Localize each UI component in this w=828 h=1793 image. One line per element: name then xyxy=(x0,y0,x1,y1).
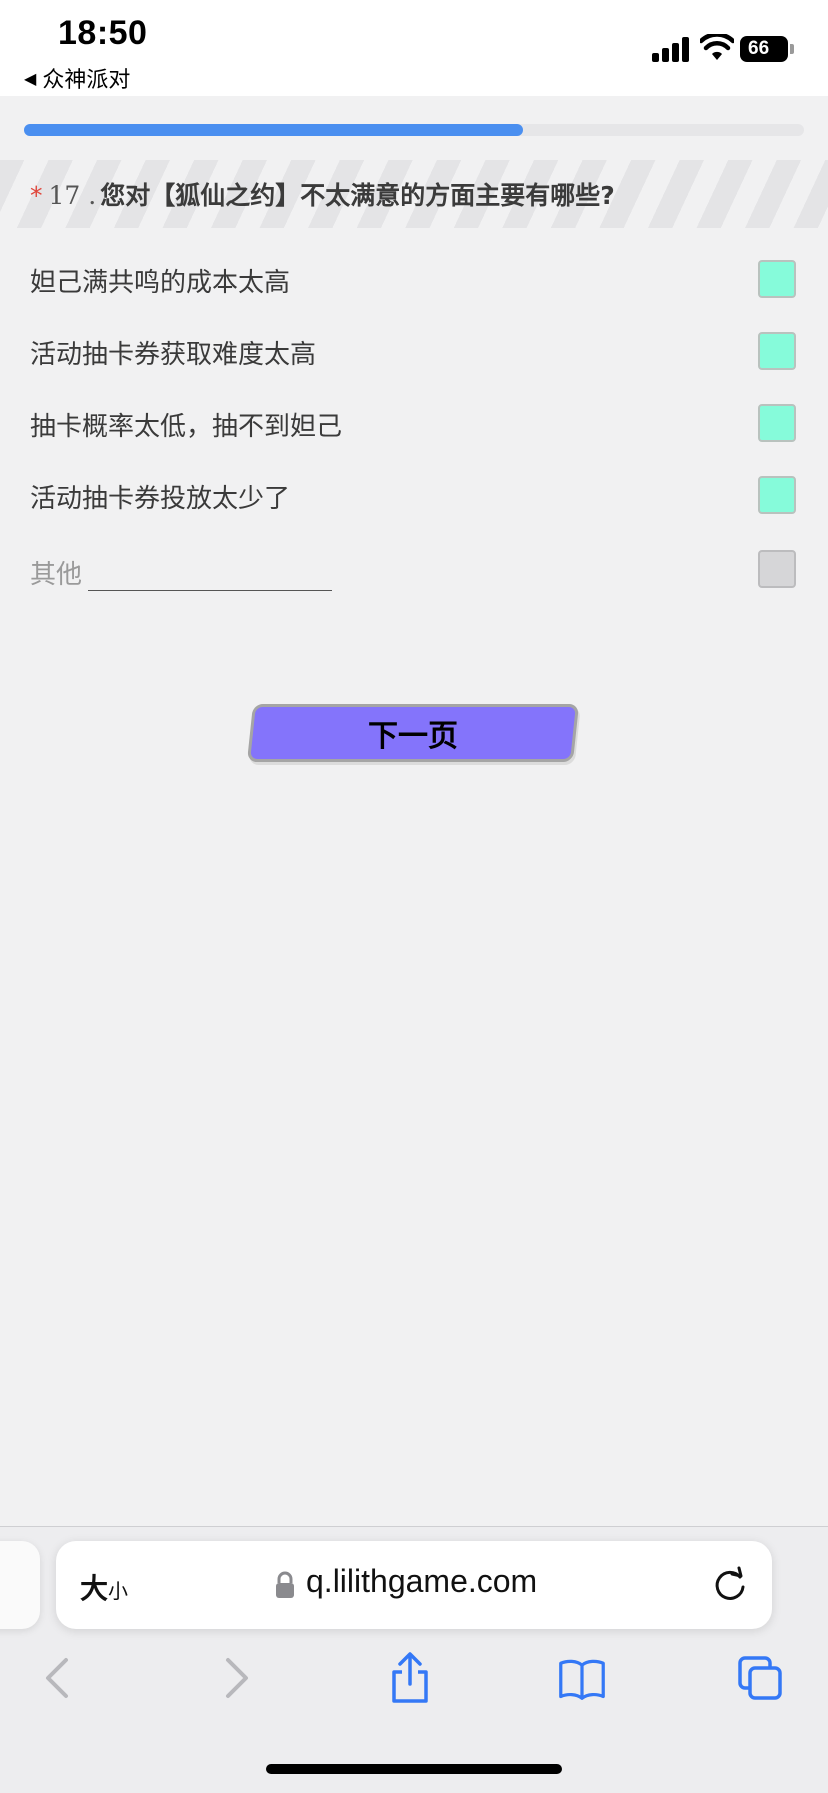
status-time: 18:50 xyxy=(58,14,148,52)
survey-progress-fill xyxy=(24,124,524,136)
next-page-button[interactable]: 下一页 xyxy=(246,704,580,762)
tabs-icon[interactable] xyxy=(736,1652,784,1704)
option-row-other[interactable]: 其他 xyxy=(0,540,828,600)
question-title: * 17 . 您对【狐仙之约】不太满意的方面主要有哪些? xyxy=(30,176,615,212)
other-checkbox[interactable] xyxy=(758,550,796,588)
option-label: 活动抽卡券投放太少了 xyxy=(30,484,291,514)
required-mark: * xyxy=(30,181,43,210)
question-number: 17 . xyxy=(48,181,97,210)
lock-icon xyxy=(276,1571,294,1598)
chevron-right-icon[interactable] xyxy=(212,1652,260,1704)
survey-progress-bar xyxy=(24,124,804,136)
chevron-left-icon[interactable] xyxy=(34,1652,82,1704)
option-checkbox[interactable] xyxy=(758,476,796,514)
option-row[interactable]: 抽卡概率太低，抽不到妲己 xyxy=(0,394,828,454)
question-text: 您对【狐仙之约】不太满意的方面主要有哪些? xyxy=(100,181,615,210)
battery-cap xyxy=(790,44,794,54)
option-label: 活动抽卡券获取难度太高 xyxy=(30,340,317,370)
previous-tab-preview[interactable] xyxy=(0,1541,40,1629)
reload-icon[interactable] xyxy=(710,1565,750,1605)
back-arrow-icon: ◀ xyxy=(24,68,37,88)
address-bar[interactable]: 大小 q.lilithgame.com xyxy=(56,1541,772,1629)
battery-icon: 66 xyxy=(740,36,788,62)
cellular-signal-icon xyxy=(652,36,692,62)
status-bar: 18:50 ◀ 众神派对 66 xyxy=(0,0,828,96)
text-size-button[interactable]: 大小 xyxy=(80,1567,128,1607)
option-label: 妲己满共鸣的成本太高 xyxy=(30,268,291,298)
question-header: * 17 . 您对【狐仙之约】不太满意的方面主要有哪些? xyxy=(0,160,828,228)
option-checkbox[interactable] xyxy=(758,260,796,298)
other-option-label: 其他 xyxy=(30,560,83,590)
home-indicator xyxy=(266,1764,562,1774)
share-icon[interactable] xyxy=(386,1652,434,1704)
text-size-small: 小 xyxy=(108,1579,129,1603)
option-checkbox[interactable] xyxy=(758,332,796,370)
option-checkbox[interactable] xyxy=(758,404,796,442)
other-text-input[interactable] xyxy=(88,546,332,591)
url-text: q.lilithgame.com xyxy=(306,1563,538,1599)
option-row[interactable]: 活动抽卡券投放太少了 xyxy=(0,466,828,526)
option-row[interactable]: 活动抽卡券获取难度太高 xyxy=(0,322,828,382)
text-size-big: 大 xyxy=(80,1572,109,1605)
wifi-icon xyxy=(700,34,734,60)
back-to-app-link[interactable]: ◀ 众神派对 xyxy=(24,62,130,94)
option-label: 抽卡概率太低，抽不到妲己 xyxy=(30,412,343,442)
book-icon[interactable] xyxy=(558,1652,606,1704)
next-page-label: 下一页 xyxy=(368,719,458,754)
back-app-label: 众神派对 xyxy=(42,68,131,93)
option-row[interactable]: 妲己满共鸣的成本太高 xyxy=(0,250,828,310)
